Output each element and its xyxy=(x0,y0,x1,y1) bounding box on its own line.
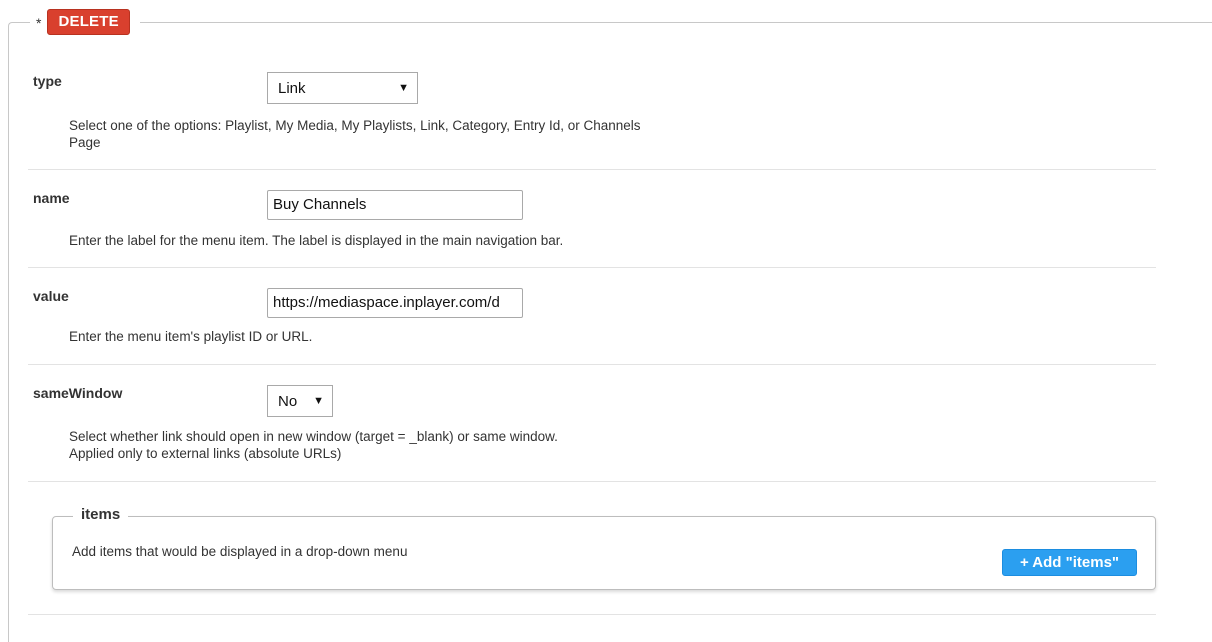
field-label-type: type xyxy=(33,73,62,89)
field-label-name: name xyxy=(33,190,70,206)
name-help-text: Enter the label for the menu item. The l… xyxy=(69,233,564,248)
fieldset-legend: * DELETE xyxy=(30,9,140,35)
value-input[interactable]: https://mediaspace.inplayer.com/d xyxy=(267,288,523,318)
chevron-down-icon: ▼ xyxy=(398,82,409,94)
name-input[interactable]: Buy Channels xyxy=(267,190,523,220)
value-help-text: Enter the menu item's playlist ID or URL… xyxy=(69,329,313,344)
field-label-value: value xyxy=(33,288,69,304)
items-help-text: Add items that would be displayed in a d… xyxy=(72,544,408,559)
samewindow-help-line-2: Applied only to external links (absolute… xyxy=(69,446,342,461)
items-fieldset: items Add items that would be displayed … xyxy=(52,506,1156,590)
chevron-down-icon: ▼ xyxy=(313,395,324,407)
delete-button[interactable]: DELETE xyxy=(47,9,130,35)
divider xyxy=(28,614,1156,615)
field-row-value: value https://mediaspace.inplayer.com/d … xyxy=(28,267,1156,365)
samewindow-select-value: No xyxy=(278,392,298,410)
samewindow-select[interactable]: No ▼ xyxy=(267,385,333,417)
field-row-type: type Link ▼ Select one of the options: P… xyxy=(28,60,1156,170)
samewindow-help-line-1: Select whether link should open in new w… xyxy=(69,429,558,444)
samewindow-help-text: Select whether link should open in new w… xyxy=(69,428,669,462)
field-row-name: name Buy Channels Enter the label for th… xyxy=(28,169,1156,268)
field-row-samewindow: sameWindow No ▼ Select whether link shou… xyxy=(28,364,1156,482)
required-marker: * xyxy=(36,15,42,31)
type-help-text: Select one of the options: Playlist, My … xyxy=(69,118,641,150)
type-select-value: Link xyxy=(278,79,306,97)
items-legend: items xyxy=(73,506,129,523)
add-items-button[interactable]: + Add "items" xyxy=(1002,549,1137,576)
type-select[interactable]: Link ▼ xyxy=(267,72,418,104)
field-label-samewindow: sameWindow xyxy=(33,385,123,401)
